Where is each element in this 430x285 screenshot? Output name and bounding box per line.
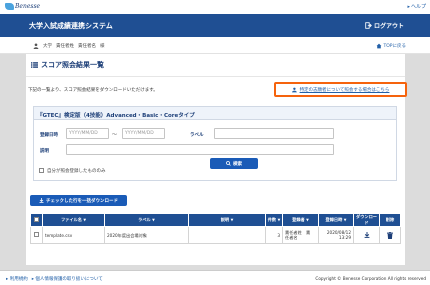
help-link[interactable]: ▸ ヘルプ (407, 3, 426, 11)
sort-icon: ▼ (277, 218, 281, 222)
column-label: ラベル (138, 217, 151, 222)
only-mine-checkbox[interactable] (39, 168, 44, 173)
privacy-label: 個人情報保護の取り扱いについて (35, 277, 103, 282)
registrant-cell: 責任者姓 責 任者名 (282, 226, 319, 244)
logout-button[interactable]: ログアウト (365, 21, 404, 30)
date-from-input[interactable]: YYYY/MM/DD (66, 128, 109, 139)
copyright: Copyright © Benesse Corporation All righ… (315, 276, 426, 281)
date-cell: 2020/08/12 13:29 (318, 226, 354, 244)
column-label: 削除 (385, 217, 395, 222)
honorific: 様 (100, 44, 105, 49)
select-all-header (30, 213, 43, 227)
back-to-top-link[interactable]: TOPに戻る (376, 43, 406, 49)
table-header-row: ファイル名 ▼ ラベル ▼ 説明 ▼ 件数 ▼ 登録者 ▼ 登録日時 ▼ ダウン… (30, 213, 401, 227)
list-icon (31, 62, 38, 68)
search-button[interactable]: 検索 (210, 158, 258, 169)
app-header: 大学入試成績連携システム ログアウト (0, 14, 430, 37)
school-name: 大学 (43, 44, 52, 49)
footer: ▸ 利用規約 ▸ 個人情報保護の取り扱いについて Copyright © Ben… (0, 270, 430, 285)
benesse-logo[interactable]: Benesse (5, 2, 40, 11)
logout-label: ログアウト (373, 23, 404, 30)
terms-label: 利用規約 (9, 277, 28, 282)
note-input[interactable] (66, 144, 334, 155)
date-range-separator: 〜 (112, 132, 118, 138)
delete-cell (379, 226, 401, 244)
results-table: ファイル名 ▼ ラベル ▼ 説明 ▼ 件数 ▼ 登録者 ▼ 登録日時 ▼ ダウン… (30, 213, 401, 244)
column-header-date[interactable]: 登録日時 ▼ (318, 213, 354, 227)
label-input[interactable] (214, 128, 334, 139)
label-cell: 2020年度出会場対象 (104, 226, 189, 244)
table-row: template.csv 2020年度出会場対象 3 責任者姓 責 任者名 20… (30, 226, 401, 244)
user-search-icon (291, 87, 297, 92)
search-panel-title: 『GTEC』検定版（4技能）Advanced・Basic・Coreタイプ (37, 113, 195, 119)
column-label: ダウンロード (356, 214, 377, 225)
column-label: 登録者 (292, 217, 305, 222)
column-header-count[interactable]: 件数 ▼ (265, 213, 283, 227)
note-label: 説明 (40, 149, 49, 154)
trash-icon[interactable] (387, 231, 393, 239)
column-label: 説明 (220, 217, 230, 222)
download-icon[interactable] (364, 232, 370, 238)
page-description: 下記の一覧より、スコア照会結果をダウンロードいただけます。 (28, 88, 158, 93)
user-icon (33, 43, 39, 49)
privacy-link[interactable]: ▸ 個人情報保護の取り扱いについて (32, 276, 103, 282)
sort-icon: ▼ (152, 218, 155, 222)
column-header-registrant[interactable]: 登録者 ▼ (282, 213, 319, 227)
column-header-file-name[interactable]: ファイル名 ▼ (42, 213, 105, 227)
specific-applicant-link[interactable]: 特定の志願者について照会する場合はこちら (274, 82, 407, 97)
user-info: 大学 責任者姓 責任者名 様 (33, 43, 105, 49)
logo-text: Benesse (15, 3, 41, 10)
column-header-download: ダウンロード (353, 213, 380, 227)
chevron-right-icon: ▸ (407, 3, 410, 10)
bulk-download-label: チェックした行を一括ダウンロード (46, 198, 118, 204)
column-header-label[interactable]: ラベル ▼ (104, 213, 189, 227)
page-title-text: スコア照会結果一覧 (41, 61, 104, 69)
search-icon (226, 161, 231, 166)
date-to-input[interactable]: YYYY/MM/DD (122, 128, 165, 139)
column-label: 件数 (267, 217, 277, 222)
column-header-note[interactable]: 説明 ▼ (188, 213, 266, 227)
column-label: 登録日時 (325, 217, 343, 222)
sort-icon: ▼ (83, 218, 87, 222)
note-cell (188, 226, 266, 244)
sort-icon: ▼ (306, 218, 309, 222)
sort-icon: ▼ (230, 218, 234, 222)
column-header-delete: 削除 (379, 213, 401, 227)
count-cell: 3 (265, 226, 283, 244)
bulk-download-button[interactable]: チェックした行を一括ダウンロード (30, 195, 127, 206)
sort-icon: ▼ (343, 218, 347, 222)
benesse-logo-mark (5, 3, 14, 10)
home-icon (377, 43, 382, 49)
back-to-top-label: TOPに戻る (383, 44, 406, 49)
search-panel-header: 『GTEC』検定版（4技能）Advanced・Basic・Coreタイプ (34, 107, 396, 120)
search-panel: 『GTEC』検定版（4技能）Advanced・Basic・Coreタイプ 登録日… (33, 106, 397, 181)
user-name: 責任者名 (78, 44, 96, 49)
main-content: スコア照会結果一覧 下記の一覧より、スコア照会結果をダウンロードいただけます。 … (26, 54, 407, 265)
top-bar: Benesse ▸ ヘルプ (0, 0, 430, 14)
specific-applicant-link-label: 特定の志願者について照会する場合はこちら (299, 87, 390, 93)
registered-at-label: 登録日時 (40, 133, 58, 138)
file-name-cell: template.csv (42, 226, 105, 244)
download-icon (39, 198, 44, 203)
label-field-label: ラベル (190, 133, 204, 138)
column-label: ファイル名 (60, 217, 82, 222)
footer-links: ▸ 利用規約 ▸ 個人情報保護の取り扱いについて (6, 276, 103, 282)
registrant-line: 任者名 (285, 235, 298, 240)
row-select-cell (30, 226, 43, 244)
page-title: スコア照会結果一覧 (31, 60, 104, 70)
row-select-checkbox[interactable] (34, 232, 39, 237)
system-title: 大学入試成績連携システム (29, 22, 113, 30)
help-label: ヘルプ (410, 4, 426, 10)
search-button-label: 検索 (233, 161, 242, 167)
terms-link[interactable]: ▸ 利用規約 (6, 276, 28, 282)
user-position: 責任者姓 (56, 44, 74, 49)
title-divider (26, 76, 405, 77)
user-bar: 大学 責任者姓 責任者名 様 TOPに戻る (0, 37, 430, 54)
time-value: 13:29 (338, 235, 351, 240)
only-mine-label: 自分が照会登録したもののみ (47, 169, 106, 174)
logout-icon (365, 22, 372, 29)
download-cell (353, 226, 380, 244)
select-all-checkbox[interactable] (34, 217, 39, 222)
